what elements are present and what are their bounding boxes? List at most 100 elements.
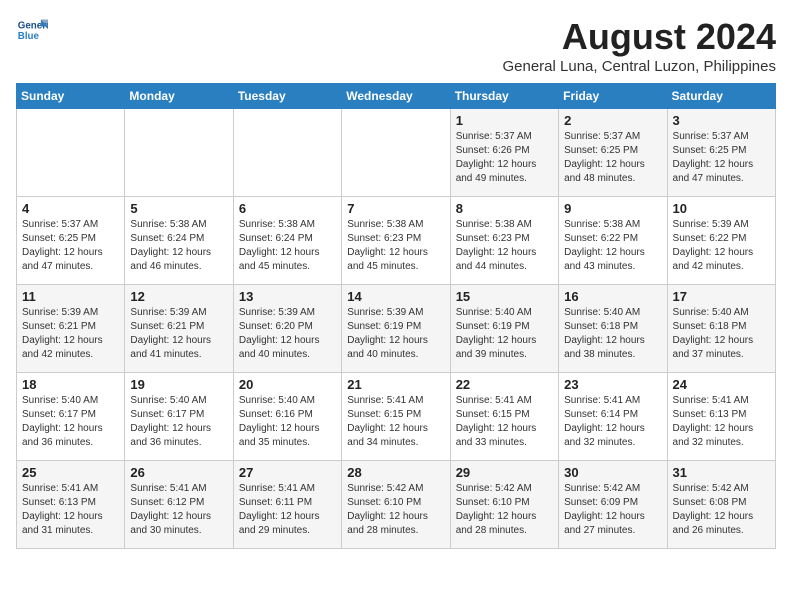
calendar-cell: 1 Sunrise: 5:37 AM Sunset: 6:26 PM Daylig…	[450, 109, 558, 197]
calendar-cell: 18 Sunrise: 5:40 AM Sunset: 6:17 PM Dayli…	[17, 373, 125, 461]
logo: General Blue	[16, 16, 48, 48]
day-info: Sunrise: 5:40 AM Sunset: 6:17 PM Dayligh…	[130, 394, 227, 450]
calendar-cell: 24Sunrise: 5:41 AM Sunset: 6:13 PM Dayli…	[667, 373, 775, 461]
svg-text:Blue: Blue	[18, 31, 40, 42]
day-info: Sunrise: 5:37 AM Sunset: 6:25 PM Dayligh…	[564, 130, 661, 186]
weekday-header-wednesday: Wednesday	[342, 84, 450, 109]
calendar-cell: 31Sunrise: 5:42 AM Sunset: 6:08 PM Dayli…	[667, 461, 775, 549]
calendar-cell: 4 Sunrise: 5:37 AM Sunset: 6:25 PM Daylig…	[17, 197, 125, 285]
page-header: General Blue August 2024 General Luna, C…	[16, 16, 776, 75]
day-info: Sunrise: 5:40 AM Sunset: 6:19 PM Dayligh…	[456, 306, 553, 362]
calendar-cell: 9 Sunrise: 5:38 AM Sunset: 6:22 PM Daylig…	[559, 197, 667, 285]
calendar-cell: 7Sunrise: 5:38 AM Sunset: 6:23 PM Daylig…	[342, 197, 450, 285]
day-info: Sunrise: 5:42 AM Sunset: 6:09 PM Dayligh…	[564, 482, 661, 538]
calendar-cell: 2 Sunrise: 5:37 AM Sunset: 6:25 PM Daylig…	[559, 109, 667, 197]
calendar-cell: 23 Sunrise: 5:41 AM Sunset: 6:14 PM Dayli…	[559, 373, 667, 461]
month-title: August 2024	[502, 16, 776, 58]
calendar-cell: 14Sunrise: 5:39 AM Sunset: 6:19 PM Dayli…	[342, 285, 450, 373]
day-number: 14	[347, 289, 444, 304]
day-number: 21	[347, 377, 444, 392]
day-info: Sunrise: 5:42 AM Sunset: 6:10 PM Dayligh…	[456, 482, 553, 538]
day-number: 18	[22, 377, 119, 392]
day-number: 16	[564, 289, 661, 304]
day-info: Sunrise: 5:41 AM Sunset: 6:15 PM Dayligh…	[347, 394, 444, 450]
title-area: August 2024 General Luna, Central Luzon,…	[502, 16, 776, 75]
calendar-cell: 10Sunrise: 5:39 AM Sunset: 6:22 PM Dayli…	[667, 197, 775, 285]
calendar-cell	[342, 109, 450, 197]
day-number: 11	[22, 289, 119, 304]
day-info: Sunrise: 5:38 AM Sunset: 6:24 PM Dayligh…	[130, 218, 227, 274]
day-info: Sunrise: 5:38 AM Sunset: 6:24 PM Dayligh…	[239, 218, 336, 274]
day-number: 2	[564, 113, 661, 128]
day-number: 3	[673, 113, 770, 128]
weekday-header-saturday: Saturday	[667, 84, 775, 109]
day-info: Sunrise: 5:42 AM Sunset: 6:08 PM Dayligh…	[673, 482, 770, 538]
day-info: Sunrise: 5:39 AM Sunset: 6:21 PM Dayligh…	[130, 306, 227, 362]
calendar-cell: 16 Sunrise: 5:40 AM Sunset: 6:18 PM Dayli…	[559, 285, 667, 373]
calendar-cell: 11 Sunrise: 5:39 AM Sunset: 6:21 PM Dayli…	[17, 285, 125, 373]
day-number: 23	[564, 377, 661, 392]
day-info: Sunrise: 5:40 AM Sunset: 6:17 PM Dayligh…	[22, 394, 119, 450]
calendar-cell	[125, 109, 233, 197]
calendar-cell: 28 Sunrise: 5:42 AM Sunset: 6:10 PM Dayli…	[342, 461, 450, 549]
weekday-header-thursday: Thursday	[450, 84, 558, 109]
day-number: 20	[239, 377, 336, 392]
logo-icon: General Blue	[16, 16, 48, 48]
calendar-cell: 12 Sunrise: 5:39 AM Sunset: 6:21 PM Dayli…	[125, 285, 233, 373]
calendar-cell: 6 Sunrise: 5:38 AM Sunset: 6:24 PM Daylig…	[233, 197, 341, 285]
calendar-cell: 20 Sunrise: 5:40 AM Sunset: 6:16 PM Dayli…	[233, 373, 341, 461]
day-number: 22	[456, 377, 553, 392]
calendar-cell: 5 Sunrise: 5:38 AM Sunset: 6:24 PM Daylig…	[125, 197, 233, 285]
day-number: 7	[347, 201, 444, 216]
calendar-cell: 3 Sunrise: 5:37 AM Sunset: 6:25 PM Daylig…	[667, 109, 775, 197]
day-info: Sunrise: 5:40 AM Sunset: 6:18 PM Dayligh…	[673, 306, 770, 362]
weekday-header-sunday: Sunday	[17, 84, 125, 109]
day-info: Sunrise: 5:40 AM Sunset: 6:16 PM Dayligh…	[239, 394, 336, 450]
day-info: Sunrise: 5:37 AM Sunset: 6:25 PM Dayligh…	[22, 218, 119, 274]
location-title: General Luna, Central Luzon, Philippines	[502, 58, 776, 75]
calendar-cell: 29Sunrise: 5:42 AM Sunset: 6:10 PM Dayli…	[450, 461, 558, 549]
weekday-header-tuesday: Tuesday	[233, 84, 341, 109]
day-info: Sunrise: 5:40 AM Sunset: 6:18 PM Dayligh…	[564, 306, 661, 362]
day-info: Sunrise: 5:41 AM Sunset: 6:13 PM Dayligh…	[22, 482, 119, 538]
day-number: 1	[456, 113, 553, 128]
day-info: Sunrise: 5:41 AM Sunset: 6:14 PM Dayligh…	[564, 394, 661, 450]
day-number: 4	[22, 201, 119, 216]
day-number: 17	[673, 289, 770, 304]
day-number: 30	[564, 465, 661, 480]
calendar-cell: 26 Sunrise: 5:41 AM Sunset: 6:12 PM Dayli…	[125, 461, 233, 549]
day-number: 15	[456, 289, 553, 304]
calendar-cell: 21 Sunrise: 5:41 AM Sunset: 6:15 PM Dayli…	[342, 373, 450, 461]
day-number: 12	[130, 289, 227, 304]
calendar-cell: 8 Sunrise: 5:38 AM Sunset: 6:23 PM Daylig…	[450, 197, 558, 285]
day-number: 9	[564, 201, 661, 216]
calendar-cell: 22 Sunrise: 5:41 AM Sunset: 6:15 PM Dayli…	[450, 373, 558, 461]
day-info: Sunrise: 5:41 AM Sunset: 6:15 PM Dayligh…	[456, 394, 553, 450]
day-number: 8	[456, 201, 553, 216]
calendar-cell	[17, 109, 125, 197]
calendar-cell: 25Sunrise: 5:41 AM Sunset: 6:13 PM Dayli…	[17, 461, 125, 549]
calendar-cell: 30 Sunrise: 5:42 AM Sunset: 6:09 PM Dayli…	[559, 461, 667, 549]
weekday-header-monday: Monday	[125, 84, 233, 109]
calendar-table: SundayMondayTuesdayWednesdayThursdayFrid…	[16, 83, 776, 549]
day-info: Sunrise: 5:41 AM Sunset: 6:12 PM Dayligh…	[130, 482, 227, 538]
day-info: Sunrise: 5:41 AM Sunset: 6:11 PM Dayligh…	[239, 482, 336, 538]
day-info: Sunrise: 5:39 AM Sunset: 6:20 PM Dayligh…	[239, 306, 336, 362]
day-info: Sunrise: 5:42 AM Sunset: 6:10 PM Dayligh…	[347, 482, 444, 538]
day-info: Sunrise: 5:37 AM Sunset: 6:25 PM Dayligh…	[673, 130, 770, 186]
day-number: 28	[347, 465, 444, 480]
calendar-cell: 15 Sunrise: 5:40 AM Sunset: 6:19 PM Dayli…	[450, 285, 558, 373]
calendar-cell	[233, 109, 341, 197]
day-number: 26	[130, 465, 227, 480]
day-number: 6	[239, 201, 336, 216]
day-info: Sunrise: 5:38 AM Sunset: 6:23 PM Dayligh…	[456, 218, 553, 274]
day-info: Sunrise: 5:39 AM Sunset: 6:22 PM Dayligh…	[673, 218, 770, 274]
day-info: Sunrise: 5:37 AM Sunset: 6:26 PM Dayligh…	[456, 130, 553, 186]
day-info: Sunrise: 5:39 AM Sunset: 6:21 PM Dayligh…	[22, 306, 119, 362]
day-info: Sunrise: 5:38 AM Sunset: 6:22 PM Dayligh…	[564, 218, 661, 274]
calendar-cell: 19Sunrise: 5:40 AM Sunset: 6:17 PM Dayli…	[125, 373, 233, 461]
weekday-header-friday: Friday	[559, 84, 667, 109]
calendar-cell: 27 Sunrise: 5:41 AM Sunset: 6:11 PM Dayli…	[233, 461, 341, 549]
day-number: 27	[239, 465, 336, 480]
day-number: 5	[130, 201, 227, 216]
